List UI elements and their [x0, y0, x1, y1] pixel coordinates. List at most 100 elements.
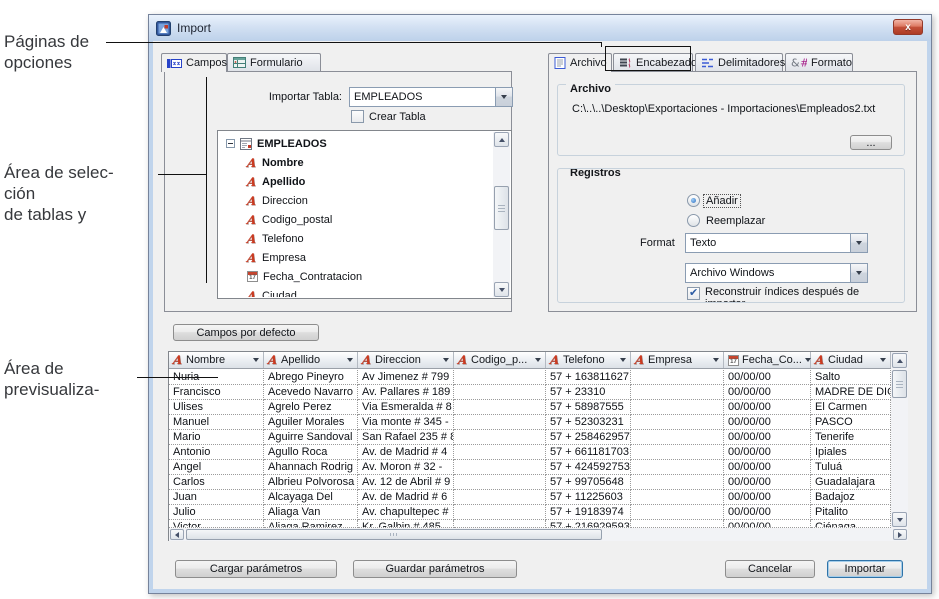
- text-field-icon: A: [246, 215, 257, 225]
- tree-field-label: Direccion: [262, 195, 308, 207]
- tree-field-row[interactable]: ANombre: [219, 153, 493, 172]
- table-cell: [631, 370, 724, 385]
- table-cell: 57 + 424592753: [546, 460, 631, 475]
- table-cell: 57 + 163811627: [546, 370, 631, 385]
- table-row[interactable]: JuanAlcayaga DelAv. de Madrid # 657 + 11…: [169, 490, 891, 505]
- tree-field-row[interactable]: ACiudad: [219, 286, 493, 297]
- import-table-combobox[interactable]: EMPLEADOS: [349, 87, 513, 107]
- column-sort-icon[interactable]: [880, 358, 886, 362]
- append-radio[interactable]: [687, 194, 700, 207]
- rebuild-indexes-label[interactable]: Reconstruir índices después de importar: [705, 286, 885, 303]
- scroll-up-icon[interactable]: [892, 353, 907, 368]
- file-panel: Archivo C:\..\..\Desktop\Exportaciones -…: [548, 71, 917, 312]
- tab-campos[interactable]: Campos: [161, 53, 227, 72]
- chevron-down-icon[interactable]: [850, 264, 867, 282]
- column-header[interactable]: AEmpresa: [631, 352, 724, 368]
- table-cell: Kr. Galbin # 485: [358, 520, 454, 528]
- import-button[interactable]: Importar: [827, 560, 903, 578]
- tree-scrollbar-thumb[interactable]: [494, 186, 509, 230]
- scroll-up-icon[interactable]: [494, 132, 509, 147]
- column-header-label: Telefono: [563, 354, 605, 366]
- grid-hscrollbar-thumb[interactable]: [186, 529, 602, 540]
- file-kind-combobox[interactable]: Archivo Windows: [685, 263, 868, 283]
- tree-field-row[interactable]: ADireccion: [219, 191, 493, 210]
- annotation-line: previsualiza-: [4, 379, 99, 400]
- browse-button[interactable]: ...: [850, 135, 892, 150]
- create-table-checkbox[interactable]: [351, 110, 364, 123]
- column-sort-icon[interactable]: [347, 358, 353, 362]
- column-header[interactable]: Fecha_Co...: [724, 352, 811, 368]
- tree-vertical-scrollbar[interactable]: [493, 132, 510, 297]
- table-row[interactable]: VictorAliaga RamirezKr. Galbin # 48557 +…: [169, 520, 891, 528]
- grid-horizontal-scrollbar[interactable]: [169, 528, 908, 541]
- tree-field-row[interactable]: AEmpresa: [219, 248, 493, 267]
- grid-rows: NuriaAbrego PineyroAv Jimenez # 79957 + …: [169, 370, 891, 528]
- table-row[interactable]: AngelAhannach RodrigAv. Moron # 32 -57 +…: [169, 460, 891, 475]
- tree-field-row[interactable]: Fecha_Contratacion: [219, 267, 493, 286]
- column-header[interactable]: ACodigo_p...: [454, 352, 546, 368]
- tab-delimitadores[interactable]: Delimitadores: [695, 53, 783, 71]
- table-row[interactable]: ManuelAguiler MoralesVia monte # 345 -57…: [169, 415, 891, 430]
- column-sort-icon[interactable]: [620, 358, 626, 362]
- grid-vertical-scrollbar[interactable]: [891, 352, 908, 528]
- replace-radio-label[interactable]: Reemplazar: [706, 215, 765, 227]
- chevron-down-icon[interactable]: [850, 234, 867, 252]
- table-cell: Mario: [169, 430, 264, 445]
- title-bar[interactable]: Import x: [149, 15, 931, 41]
- column-header[interactable]: ATelefono: [546, 352, 631, 368]
- text-field-icon: A: [246, 177, 257, 187]
- table-cell: [454, 385, 546, 400]
- table-row[interactable]: UlisesAgrelo PerezVia Esmeralda # 857 + …: [169, 400, 891, 415]
- rebuild-indexes-checkbox[interactable]: [687, 287, 700, 300]
- column-header[interactable]: ANombre: [169, 352, 264, 368]
- column-sort-icon[interactable]: [253, 358, 259, 362]
- column-header[interactable]: ACiudad: [811, 352, 891, 368]
- column-header[interactable]: AApellido: [264, 352, 358, 368]
- chevron-down-icon[interactable]: [495, 88, 512, 106]
- tab-archivo[interactable]: Archivo: [548, 53, 612, 72]
- table-cell: [454, 475, 546, 490]
- tree-root-row[interactable]: EMPLEADOS: [219, 134, 493, 153]
- table-row[interactable]: CarlosAlbrieu PolvorosaAv. 12 de Abril #…: [169, 475, 891, 490]
- column-sort-icon[interactable]: [535, 358, 541, 362]
- tab-formato[interactable]: & # Formato: [785, 53, 853, 71]
- table-row[interactable]: AntonioAgullo RocaAv. de Madrid # 457 + …: [169, 445, 891, 460]
- tab-formulario[interactable]: Formulario: [227, 53, 321, 71]
- default-fields-button[interactable]: Campos por defecto: [173, 324, 319, 341]
- collapse-expander-icon[interactable]: [226, 139, 235, 148]
- cancel-button[interactable]: Cancelar: [725, 560, 815, 578]
- tree-field-row[interactable]: ACodigo_postal: [219, 210, 493, 229]
- tab-encabezado[interactable]: Encabezado: [613, 53, 693, 71]
- scroll-down-icon[interactable]: [892, 512, 907, 527]
- tree-field-row[interactable]: AApellido: [219, 172, 493, 191]
- close-icon[interactable]: x: [893, 19, 923, 35]
- append-radio-label[interactable]: Añadir: [704, 195, 740, 207]
- scroll-down-icon[interactable]: [494, 282, 509, 297]
- table-cell: 00/00/00: [724, 430, 811, 445]
- format-value: Texto: [686, 237, 850, 249]
- replace-radio[interactable]: [687, 214, 700, 227]
- column-header[interactable]: ADireccion: [358, 352, 454, 368]
- format-combobox[interactable]: Texto: [685, 233, 868, 253]
- column-sort-icon[interactable]: [713, 358, 719, 362]
- load-parameters-button[interactable]: Cargar parámetros: [175, 560, 337, 578]
- table-cell: 00/00/00: [724, 490, 811, 505]
- table-cell: Aguiler Morales: [264, 415, 358, 430]
- field-tree[interactable]: EMPLEADOSANombreAApellidoADireccionACodi…: [217, 130, 512, 299]
- scroll-left-icon[interactable]: [170, 529, 184, 540]
- preview-grid[interactable]: ANombreAApellidoADireccionACodigo_p...AT…: [168, 351, 908, 541]
- table-cell: Alcayaga Del: [264, 490, 358, 505]
- tree-items: EMPLEADOSANombreAApellidoADireccionACodi…: [219, 132, 493, 297]
- scroll-right-icon[interactable]: [893, 529, 907, 540]
- tree-field-row[interactable]: ATelefono: [219, 229, 493, 248]
- table-row[interactable]: FranciscoAcevedo NavarroAv. Pallares # 1…: [169, 385, 891, 400]
- table-row[interactable]: JulioAliaga VanAv. chapultepec #57 + 191…: [169, 505, 891, 520]
- grid-vscrollbar-thumb[interactable]: [892, 370, 907, 398]
- tree-field-label: Fecha_Contratacion: [263, 271, 362, 283]
- table-row[interactable]: MarioAguirre SandovalSan Rafael 235 # 85…: [169, 430, 891, 445]
- table-row[interactable]: NuriaAbrego PineyroAv Jimenez # 79957 + …: [169, 370, 891, 385]
- column-sort-icon[interactable]: [443, 358, 449, 362]
- save-parameters-button[interactable]: Guardar parámetros: [353, 560, 517, 578]
- table-cell: [454, 415, 546, 430]
- delimiters-icon: [701, 58, 714, 68]
